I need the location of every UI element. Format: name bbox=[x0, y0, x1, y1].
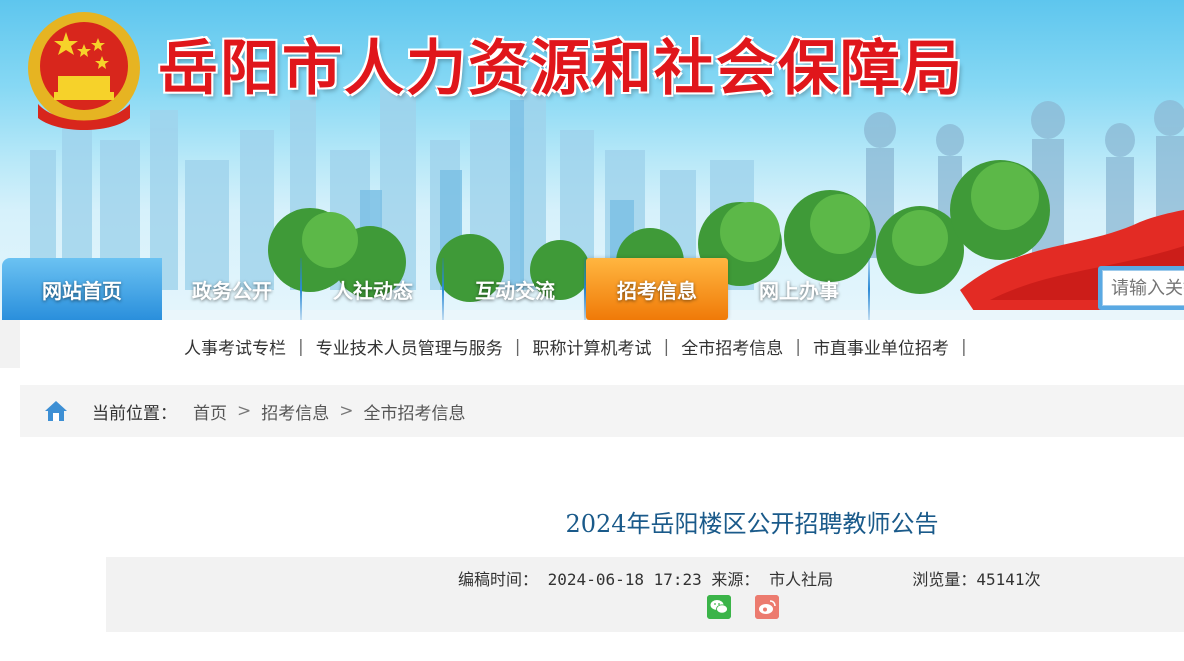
nav-item-interaction[interactable]: 互动交流 bbox=[444, 258, 586, 320]
breadcrumb-recruitment-link[interactable]: 招考信息 bbox=[261, 399, 329, 424]
article-title: 2024年岳阳楼区公开招聘教师公告 bbox=[565, 510, 939, 538]
subnav-item-computer-exam[interactable]: 职称计算机考试 bbox=[532, 334, 651, 359]
subnav-left-edge bbox=[0, 320, 20, 368]
search-input[interactable] bbox=[1102, 270, 1184, 306]
subnav-separator: | bbox=[795, 336, 801, 357]
nav-item-online-service[interactable]: 网上办事 bbox=[728, 258, 870, 320]
subnav-item-professional-staff[interactable]: 专业技术人员管理与服务 bbox=[316, 334, 503, 359]
sub-nav: 人事考试专栏 | 专业技术人员管理与服务 | 职称计算机考试 | 全市招考信息 … bbox=[184, 334, 979, 360]
subnav-item-institution-recruitment[interactable]: 市直事业单位招考 bbox=[813, 334, 949, 359]
site-title: 岳阳市人力资源和社会保障局 bbox=[158, 34, 964, 104]
breadcrumb-separator: > bbox=[237, 401, 252, 421]
nav-item-label: 网上办事 bbox=[759, 278, 839, 303]
edit-time-label: 编稿时间： bbox=[458, 570, 539, 589]
search-box bbox=[1098, 266, 1184, 310]
breadcrumb-city-recruitment-link[interactable]: 全市招考信息 bbox=[364, 399, 466, 424]
page: 岳阳市人力资源和社会保障局 网站首页 政务公开 人社动态 互动交流 招考信息 网… bbox=[0, 0, 1184, 661]
source-value: 市人社局 bbox=[769, 570, 834, 589]
views-count: 45141 bbox=[976, 570, 1025, 589]
edit-time-value: 2024-06-18 17:23 bbox=[547, 570, 702, 589]
main-nav: 网站首页 政务公开 人社动态 互动交流 招考信息 网上办事 bbox=[0, 258, 870, 320]
nav-item-label: 人社动态 bbox=[333, 278, 413, 303]
nav-item-home[interactable]: 网站首页 bbox=[2, 258, 162, 320]
subnav-separator: | bbox=[663, 336, 670, 357]
wechat-icon[interactable] bbox=[707, 595, 731, 619]
breadcrumb: 当前位置： 首页 > 招考信息 > 全市招考信息 bbox=[20, 385, 1184, 437]
views-label: 浏览量： bbox=[912, 570, 977, 589]
article-meta: 编稿时间： 2024-06-18 17:23 来源： 市人社局 浏览量：4514… bbox=[458, 566, 1041, 590]
subnav-item-exam-column[interactable]: 人事考试专栏 bbox=[184, 334, 286, 359]
nav-item-news[interactable]: 人社动态 bbox=[302, 258, 444, 320]
breadcrumb-separator: > bbox=[339, 401, 354, 421]
nav-item-label: 政务公开 bbox=[192, 278, 272, 303]
home-icon bbox=[45, 401, 67, 421]
national-emblem-icon bbox=[28, 12, 140, 130]
source-label: 来源： bbox=[711, 570, 760, 589]
views-unit: 次 bbox=[1024, 570, 1041, 589]
subnav-separator: | bbox=[514, 336, 521, 357]
nav-item-recruitment[interactable]: 招考信息 bbox=[586, 258, 728, 320]
weibo-icon[interactable] bbox=[755, 595, 779, 619]
nav-separator bbox=[868, 258, 870, 320]
subnav-separator: | bbox=[960, 336, 967, 357]
subnav-separator: | bbox=[298, 336, 304, 357]
nav-item-government-affairs[interactable]: 政务公开 bbox=[162, 258, 302, 320]
subnav-item-city-recruitment[interactable]: 全市招考信息 bbox=[681, 334, 783, 359]
breadcrumb-home-link[interactable]: 首页 bbox=[193, 399, 227, 424]
nav-item-label: 互动交流 bbox=[475, 278, 555, 303]
breadcrumb-prefix: 当前位置： bbox=[92, 403, 177, 424]
